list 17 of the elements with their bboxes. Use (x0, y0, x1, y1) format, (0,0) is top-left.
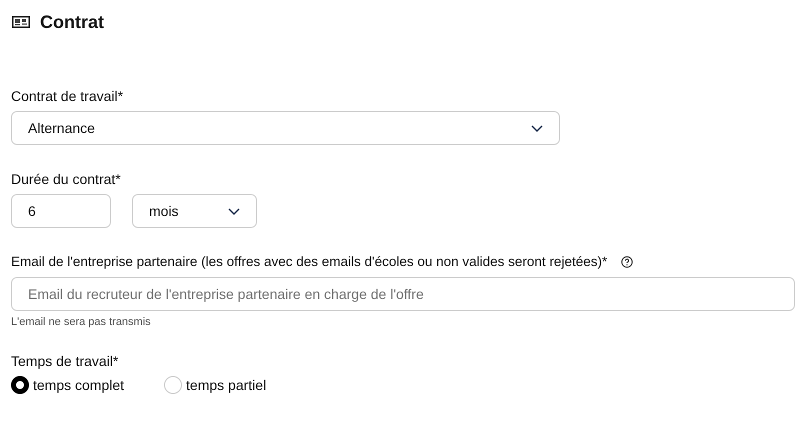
radio-label: temps partiel (186, 377, 266, 393)
email-input[interactable]: Email du recruteur de l'entreprise partenaire en charge de l'offre (11, 277, 795, 311)
field-label: Contrat de travail* (11, 88, 124, 104)
id-card-icon (12, 16, 30, 28)
hint-text: L'email ne sera pas transmis (11, 316, 152, 328)
unit-select[interactable]: mois (132, 194, 257, 228)
radio-label: temps complet (33, 377, 124, 393)
field-label: Temps de travail* (11, 353, 120, 369)
field-label: Durée du contrat* (11, 171, 122, 187)
radio-button[interactable] (11, 376, 29, 394)
chevron-down-icon (228, 208, 240, 214)
duration-input[interactable]: 6 (11, 194, 111, 228)
help-icon[interactable] (621, 256, 634, 268)
field-label: Email de l'entreprise partenaire (les offres avec des emails d'écoles ou non valides seront rejetées)* (11, 254, 608, 269)
contract-type-select[interactable]: Alternance (11, 111, 560, 145)
section-title: Contrat (40, 12, 104, 32)
chevron-down-icon (531, 124, 543, 132)
